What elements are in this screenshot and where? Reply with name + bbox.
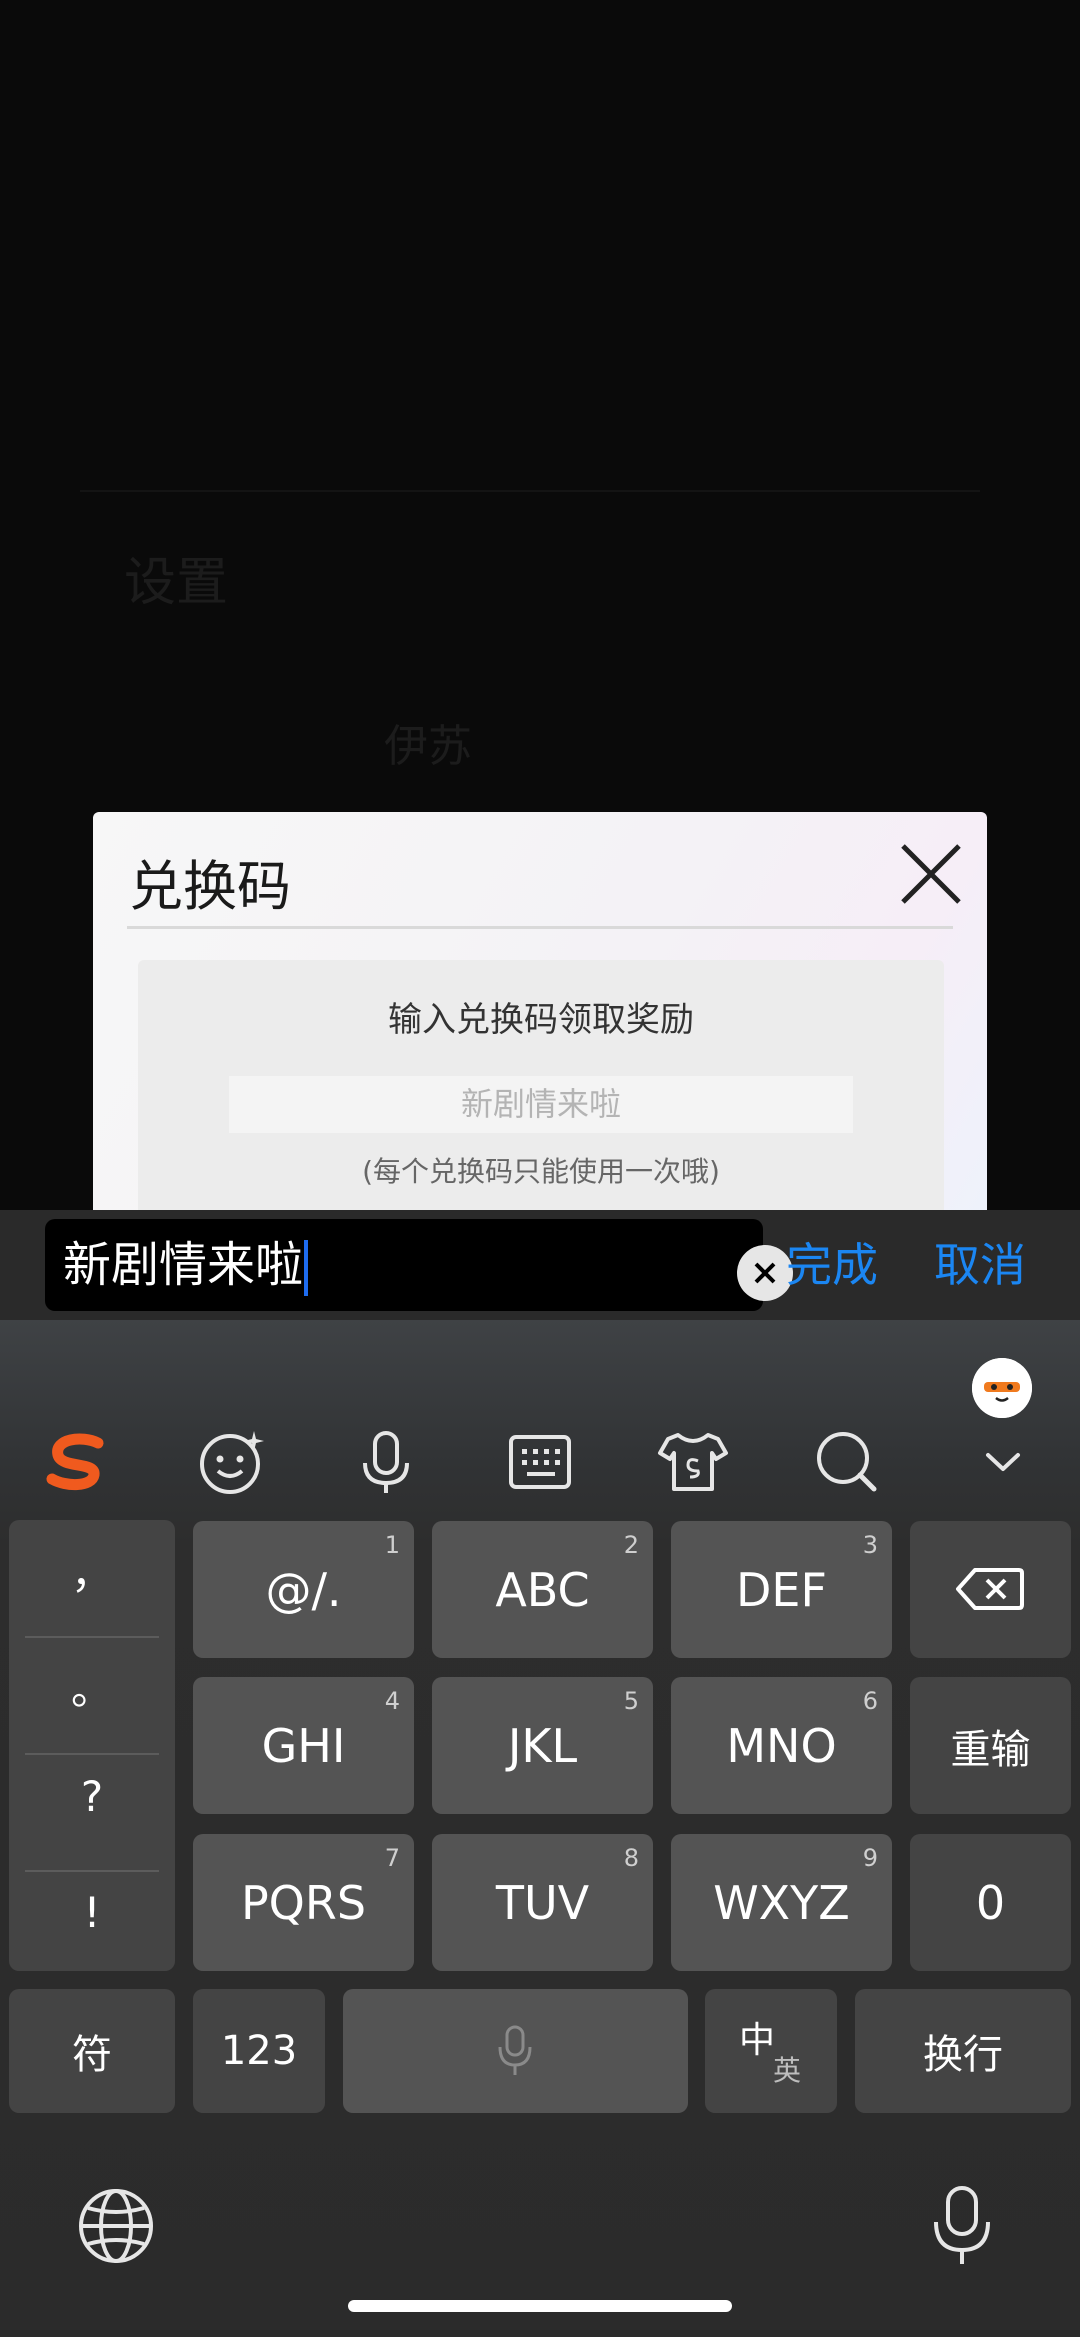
emoji-icon[interactable] [186,1417,276,1507]
cancel-button[interactable]: 取消 [934,1210,1026,1320]
space-key[interactable] [343,1989,688,2113]
punctuation-period-key[interactable]: 。 [9,1656,175,1717]
key-number: 5 [623,1687,639,1715]
sogou-logo-icon[interactable] [32,1417,122,1507]
dialog-panel: 输入兑换码领取奖励 新剧情来啦 (每个兑换码只能使用一次哦) [138,960,944,1210]
key-number: 6 [862,1687,878,1715]
punctuation-divider [25,1753,159,1755]
punctuation-comma-key[interactable]: ， [9,1540,175,1601]
backspace-key[interactable] [910,1521,1071,1658]
home-indicator[interactable] [348,2300,732,2312]
zero-key[interactable]: 0 [910,1834,1071,1971]
mascot-icon[interactable] [972,1358,1032,1418]
numeric-key[interactable]: 123 [193,1989,325,2113]
key-9[interactable]: WXYZ 9 [671,1834,892,1971]
key-5[interactable]: JKL 5 [432,1677,653,1814]
globe-icon[interactable] [76,2186,156,2266]
key-number: 4 [384,1687,400,1715]
key-label: @/. [265,1562,342,1617]
key-label: DEF [736,1562,827,1617]
enter-key[interactable]: 换行 [855,1989,1071,2113]
enter-label: 换行 [923,2032,1003,2078]
collapse-icon[interactable] [958,1417,1048,1507]
search-icon[interactable] [802,1417,892,1507]
dialog-prompt: 输入兑换码领取奖励 [388,1000,694,1040]
key-label: PQRS [240,1875,367,1930]
dialog-divider [127,926,953,929]
background-divider [80,490,980,492]
symbol-label: 符 [72,2032,112,2078]
dialog-title: 兑换码 [129,855,291,918]
clear-icon[interactable] [737,1245,793,1301]
punctuation-divider [25,1870,159,1872]
key-3[interactable]: DEF 3 [671,1521,892,1658]
key-number: 2 [623,1531,639,1559]
text-field[interactable]: 新剧情来啦 [45,1219,793,1311]
dialog-note: (每个兑换码只能使用一次哦) [362,1155,720,1188]
key-label: JKL [507,1718,578,1773]
text-field-text: 新剧情来啦 [63,1237,304,1293]
keyboard-icon[interactable] [495,1417,585,1507]
punctuation-question-key[interactable]: ? [9,1772,175,1821]
key-number: 8 [623,1844,639,1872]
symbol-key[interactable]: 符 [9,1989,175,2113]
language-zh-label: 中 [739,2020,776,2061]
key-number: 9 [862,1844,878,1872]
key-4[interactable]: GHI 4 [193,1677,414,1814]
retype-label: 重输 [950,1726,1031,1773]
keyboard: ， 。 ? ! @/. 1 ABC 2 DEF 3 GHI 4 JKL 5 MN… [0,1320,1080,2337]
done-button[interactable]: 完成 [786,1210,878,1320]
language-switch-key[interactable]: 中 英 [705,1989,837,2113]
zero-label: 0 [975,1875,1006,1930]
redeem-dialog: 兑换码 输入兑换码领取奖励 新剧情来啦 (每个兑换码只能使用一次哦) [93,812,987,1210]
key-label: TUV [495,1875,590,1930]
numeric-label: 123 [220,2028,298,2074]
voice-icon[interactable] [341,1417,431,1507]
punctuation-exclaim-key[interactable]: ! [9,1888,175,1937]
key-2[interactable]: ABC 2 [432,1521,653,1658]
key-label: GHI [261,1718,346,1773]
background-name: 伊苏 [384,721,472,772]
retype-key[interactable]: 重输 [910,1677,1071,1814]
text-field-value: 新剧情来啦 [63,1219,309,1311]
key-label: WXYZ [713,1875,850,1930]
microphone-icon [498,2025,532,2075]
dictation-icon[interactable] [922,2182,1002,2270]
key-6[interactable]: MNO 6 [671,1677,892,1814]
background-title: 设置 [124,553,229,613]
skin-icon[interactable] [648,1417,738,1507]
keyboard-input-bar: 新剧情来啦 完成 取消 [0,1210,1080,1320]
key-1[interactable]: @/. 1 [193,1521,414,1658]
text-caret [304,1240,309,1296]
key-7[interactable]: PQRS 7 [193,1834,414,1971]
key-number: 7 [384,1844,400,1872]
key-label: ABC [495,1562,590,1617]
key-number: 3 [862,1531,878,1559]
key-label: MNO [726,1718,837,1773]
punctuation-column: ， 。 ? ! [9,1520,175,1971]
backspace-icon [956,1568,1024,1610]
language-en-label: 英 [773,2054,802,2087]
key-8[interactable]: TUV 8 [432,1834,653,1971]
close-icon[interactable] [899,842,963,906]
punctuation-divider [25,1636,159,1638]
key-number: 1 [384,1531,400,1559]
redeem-code-input[interactable]: 新剧情来啦 [229,1076,853,1133]
